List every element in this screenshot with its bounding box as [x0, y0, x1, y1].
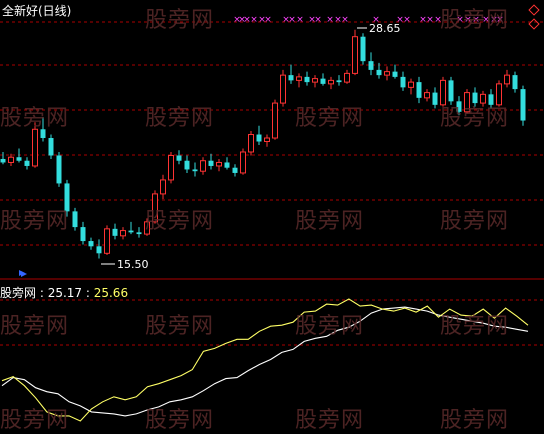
- candle-body-up: [328, 79, 334, 85]
- candle-body-down: [176, 155, 182, 161]
- low-annotation: 15.50: [117, 258, 149, 271]
- candle-body-down: [56, 155, 62, 184]
- candle-body-up: [504, 74, 510, 85]
- signal-marker: ×: [250, 15, 258, 25]
- signal-marker: ×: [434, 15, 442, 25]
- chart-stage: × × × × × × × × × × × × × × × × × × × × × × × × × × 28.65 15.50: [0, 0, 544, 426]
- candle-body-down: [64, 183, 70, 212]
- candle-body-down: [72, 211, 78, 228]
- candle-body-up: [104, 228, 110, 254]
- candle-body-down: [392, 71, 398, 77]
- candle-body-up: [168, 154, 174, 181]
- candle-body-up: [480, 93, 486, 104]
- signal-marker: ×: [472, 15, 480, 25]
- candle-body-down: [288, 75, 294, 81]
- candle-body-down: [416, 82, 422, 98]
- candle-body-down: [24, 160, 30, 166]
- candle-body-down: [488, 94, 494, 105]
- candle-body-down: [224, 162, 230, 168]
- candle-body-down: [128, 230, 134, 233]
- candle-body-up: [312, 78, 318, 83]
- candle-body-down: [208, 160, 214, 166]
- candle-body-down: [112, 228, 118, 236]
- candle-body-up: [216, 161, 222, 167]
- candle-body-up: [200, 160, 206, 172]
- candle-body-down: [368, 61, 374, 70]
- candle-body-down: [512, 75, 518, 90]
- candle-body-up: [344, 72, 350, 83]
- candle-body-down: [456, 101, 462, 112]
- candle-body-down: [88, 241, 94, 247]
- candle-body-up: [352, 36, 358, 74]
- candle-body-down: [360, 36, 366, 62]
- candle-body-up: [120, 230, 126, 237]
- indicator-label: 股旁网 : 25.17 : 25.66: [0, 286, 129, 300]
- candle-body-down: [432, 92, 438, 105]
- candle-body-up: [440, 79, 446, 106]
- candle-body-up: [272, 102, 278, 139]
- candle-body-up: [152, 193, 158, 223]
- candle-body-down: [448, 80, 454, 102]
- candle-body-up: [464, 92, 470, 113]
- candle-body-up: [384, 71, 390, 76]
- chart-title: 全新好(日线): [2, 4, 72, 18]
- signal-marker: ×: [296, 15, 304, 25]
- candle-body-down: [16, 157, 22, 161]
- candle-body-up: [32, 128, 38, 167]
- candle-body-down: [48, 138, 54, 156]
- candle-body-down: [192, 169, 198, 172]
- candle-body-up: [280, 74, 286, 104]
- candle-body-down: [80, 227, 86, 242]
- candle-body-down: [0, 158, 6, 163]
- candle-body-up: [496, 83, 502, 106]
- indicator-value-1: 25.17: [47, 286, 83, 300]
- candle-body-down: [304, 76, 310, 83]
- candle-body-down: [184, 160, 190, 170]
- signal-marker: ×: [464, 15, 472, 25]
- signal-marker: ×: [341, 15, 349, 25]
- candle-body-up: [424, 92, 430, 99]
- candle-body-up: [408, 81, 414, 88]
- indicator-name: 股旁网: [0, 286, 37, 300]
- candle-body-down: [256, 134, 262, 142]
- candle-body-up: [8, 156, 14, 163]
- signal-marker: ×: [314, 15, 322, 25]
- indicator-value-2: 25.66: [93, 286, 129, 300]
- signal-marker: ×: [403, 15, 411, 25]
- candle-body-up: [264, 137, 270, 143]
- signal-marker: ×: [326, 15, 334, 25]
- candle-body-down: [136, 232, 142, 235]
- candle-body-up: [160, 179, 166, 195]
- signal-marker: ×: [456, 15, 464, 25]
- candle-body-down: [40, 129, 46, 139]
- signal-marker: ×: [482, 15, 490, 25]
- indicator-line-white: [1, 306, 529, 417]
- candle-body-down: [520, 89, 526, 121]
- candle-body-down: [232, 167, 238, 173]
- candle-body-up: [144, 221, 150, 235]
- candle-body-down: [96, 246, 102, 254]
- signal-marker: ×: [426, 15, 434, 25]
- candle-body-down: [472, 92, 478, 104]
- candle-body-down: [376, 69, 382, 76]
- candle-body-down: [400, 76, 406, 88]
- candle-body-up: [296, 76, 302, 81]
- signal-marker: ×: [264, 15, 272, 25]
- signal-arrow: [21, 271, 27, 277]
- high-annotation: 28.65: [369, 22, 401, 35]
- candle-body-up: [240, 151, 246, 174]
- chart-svg: ××× × ×× ×× × ×× × × × × × × × × × × × × × ××28.6515.50: [0, 15, 544, 422]
- candle-body-up: [248, 134, 254, 153]
- signal-marker: ×: [496, 15, 504, 25]
- candle-body-down: [320, 78, 326, 84]
- signal-marker: ×: [288, 15, 296, 25]
- candle-body-down: [336, 80, 342, 83]
